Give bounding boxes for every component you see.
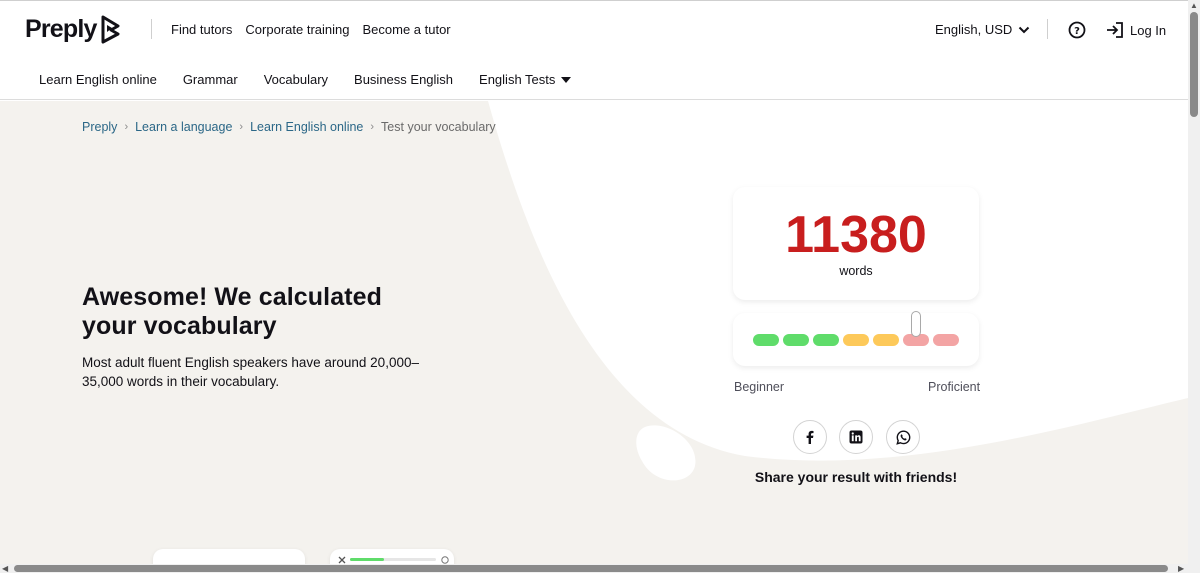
vertical-scroll-thumb[interactable]	[1190, 12, 1198, 117]
mini-progress-fill	[350, 558, 385, 561]
level-segment	[873, 334, 899, 346]
subnav-business-english[interactable]: Business English	[354, 72, 453, 87]
logo-text: Preply	[25, 14, 97, 43]
subnav-grammar[interactable]: Grammar	[183, 72, 238, 87]
level-segment	[753, 334, 779, 346]
corporate-training-link[interactable]: Corporate training	[245, 22, 349, 37]
preply-logo-icon	[101, 15, 120, 44]
page-description: Most adult fluent English speakers have …	[82, 355, 419, 389]
caret-down-icon	[561, 76, 572, 83]
breadcrumb-learn-language[interactable]: Learn a language	[135, 120, 232, 134]
locale-label: English, USD	[935, 22, 1013, 37]
scroll-up-arrow[interactable]: ▲	[1190, 1, 1198, 10]
level-indicator	[910, 311, 921, 337]
become-tutor-link[interactable]: Become a tutor	[362, 22, 450, 37]
sub-nav: Learn English online Grammar Vocabulary …	[39, 72, 572, 87]
level-segment	[843, 334, 869, 346]
level-segment	[783, 334, 809, 346]
main-content: Preply › Learn a language › Learn Englis…	[0, 101, 1188, 564]
top-header: Preply Find tutors Corporate training Be…	[0, 0, 1188, 100]
preview-card-progress	[330, 549, 454, 564]
english-tests-label: English Tests	[479, 72, 556, 87]
scroll-right-arrow[interactable]: ▶	[1178, 564, 1184, 573]
scroll-left-arrow[interactable]: ◀	[2, 564, 8, 573]
page-title: Awesome! We calculated your vocabulary	[82, 283, 383, 340]
close-icon	[338, 556, 346, 564]
top-nav: Find tutors Corporate training Become a …	[171, 22, 451, 37]
level-meter	[733, 313, 979, 366]
linkedin-icon	[849, 430, 863, 444]
subnav-learn-english[interactable]: Learn English online	[39, 72, 157, 87]
svg-text:?: ?	[1074, 26, 1080, 37]
find-tutors-link[interactable]: Find tutors	[171, 22, 232, 37]
word-count: 11380	[785, 206, 927, 264]
locale-selector[interactable]: English, USD	[935, 22, 1030, 37]
word-count-unit: words	[839, 264, 873, 278]
help-icon: ?	[1068, 21, 1086, 39]
whatsapp-icon	[895, 429, 910, 445]
header-divider	[151, 19, 152, 39]
level-segment	[813, 334, 839, 346]
horizontal-scrollbar[interactable]: ◀ ▶	[0, 564, 1188, 573]
level-segment	[933, 334, 959, 346]
level-min-label: Beginner	[734, 380, 785, 394]
breadcrumb-learn-english[interactable]: Learn English online	[250, 120, 363, 134]
facebook-icon	[806, 430, 814, 444]
header-divider-right	[1047, 19, 1048, 39]
breadcrumb-preply[interactable]: Preply	[82, 120, 117, 134]
breadcrumb-current: Test your vocabulary	[381, 120, 496, 134]
share-prompt: Share your result with friends!	[754, 469, 958, 485]
subnav-vocabulary[interactable]: Vocabulary	[264, 72, 328, 87]
vertical-scrollbar[interactable]: ▲	[1188, 0, 1200, 573]
login-icon	[1107, 22, 1123, 38]
timer-icon	[441, 556, 449, 564]
word-count-card: 11380 words	[733, 187, 979, 300]
preview-card	[153, 549, 305, 564]
mini-progress-track	[350, 558, 436, 561]
chevron-down-icon	[1019, 26, 1030, 33]
share-facebook-button[interactable]	[793, 420, 827, 454]
breadcrumb-separator: ›	[370, 121, 375, 133]
share-whatsapp-button[interactable]	[886, 420, 920, 454]
level-max-label: Proficient	[928, 380, 981, 394]
login-button[interactable]: Log In	[1106, 22, 1166, 38]
horizontal-scroll-thumb[interactable]	[14, 565, 1168, 572]
help-button[interactable]: ?	[1068, 21, 1086, 39]
share-linkedin-button[interactable]	[839, 420, 873, 454]
login-label: Log In	[1130, 22, 1167, 38]
breadcrumb: Preply › Learn a language › Learn Englis…	[82, 120, 496, 134]
preply-logo[interactable]: Preply	[25, 14, 123, 44]
subnav-english-tests[interactable]: English Tests	[479, 72, 572, 87]
breadcrumb-separator: ›	[124, 121, 129, 133]
breadcrumb-separator: ›	[239, 121, 244, 133]
